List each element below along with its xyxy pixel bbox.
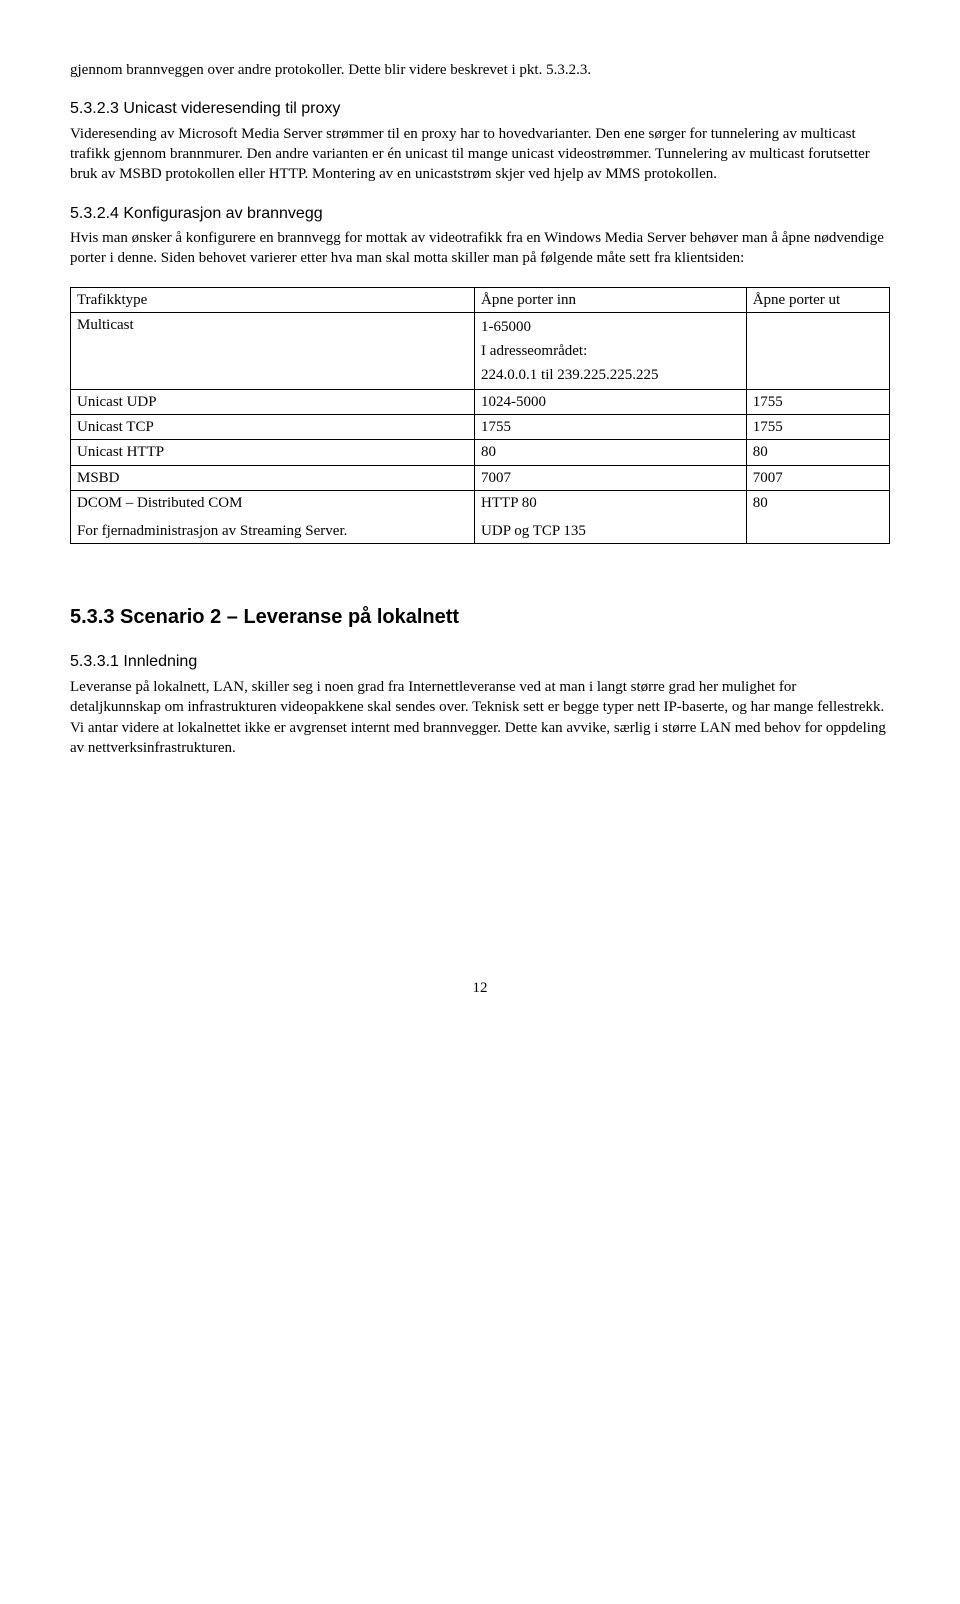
cell-ports-in: 7007 (475, 465, 747, 490)
multicast-ports-range: 1-65000 (481, 315, 740, 339)
table-row: Unicast HTTP 80 80 (71, 440, 890, 465)
cell-ports-in: 80 (475, 440, 747, 465)
cell-ports-out (746, 312, 889, 389)
table-row: MSBD 7007 7007 (71, 465, 890, 490)
cell-type: Unicast HTTP (71, 440, 475, 465)
body-5-3-3-1: Leveranse på lokalnett, LAN, skiller seg… (70, 677, 890, 758)
cell-ports-out: 80 (746, 440, 889, 465)
body-5-3-2-3: Videresending av Microsoft Media Server … (70, 124, 890, 185)
table-row: DCOM – Distributed COM For fjernadminist… (71, 490, 890, 544)
cell-ports-out: 7007 (746, 465, 889, 490)
cell-ports-out: 1755 (746, 415, 889, 440)
multicast-address-range: 224.0.0.1 til 239.225.225.225 (481, 363, 740, 387)
cell-type: Unicast UDP (71, 389, 475, 414)
cell-type: MSBD (71, 465, 475, 490)
intro-paragraph: gjennom brannveggen over andre protokoll… (70, 60, 890, 80)
cell-ports-out: 80 (746, 490, 889, 544)
col-header-type: Trafikktype (71, 287, 475, 312)
dcom-udptcp: UDP og TCP 135 (481, 521, 740, 541)
table-header-row: Trafikktype Åpne porter inn Åpne porter … (71, 287, 890, 312)
heading-5-3-2-4: 5.3.2.4 Konfigurasjon av brannvegg (70, 203, 890, 225)
heading-5-3-3-1: 5.3.3.1 Innledning (70, 651, 890, 673)
table-row: Unicast UDP 1024-5000 1755 (71, 389, 890, 414)
col-header-ports-out: Åpne porter ut (746, 287, 889, 312)
heading-5-3-3: 5.3.3 Scenario 2 – Leveranse på lokalnet… (70, 604, 890, 631)
cell-ports-in: HTTP 80 UDP og TCP 135 (475, 490, 747, 544)
multicast-address-label: I adresseområdet: (481, 339, 740, 363)
table-row: Unicast TCP 1755 1755 (71, 415, 890, 440)
cell-ports-in: 1755 (475, 415, 747, 440)
cell-ports-in: 1024-5000 (475, 389, 747, 414)
ports-table: Trafikktype Åpne porter inn Åpne porter … (70, 287, 890, 545)
col-header-ports-in: Åpne porter inn (475, 287, 747, 312)
cell-type: Unicast TCP (71, 415, 475, 440)
cell-ports-in: 1-65000 I adresseområdet: 224.0.0.1 til … (475, 312, 747, 389)
dcom-title: DCOM – Distributed COM (77, 493, 468, 513)
cell-ports-out: 1755 (746, 389, 889, 414)
body-5-3-2-4: Hvis man ønsker å konfigurere en brannve… (70, 228, 890, 269)
heading-5-3-2-3: 5.3.2.3 Unicast videresending til proxy (70, 98, 890, 120)
table-row: Multicast 1-65000 I adresseområdet: 224.… (71, 312, 890, 389)
cell-type: DCOM – Distributed COM For fjernadminist… (71, 490, 475, 544)
cell-type: Multicast (71, 312, 475, 389)
page-number: 12 (70, 978, 890, 998)
dcom-subtitle: For fjernadministrasjon av Streaming Ser… (77, 521, 468, 541)
dcom-http: HTTP 80 (481, 493, 740, 513)
